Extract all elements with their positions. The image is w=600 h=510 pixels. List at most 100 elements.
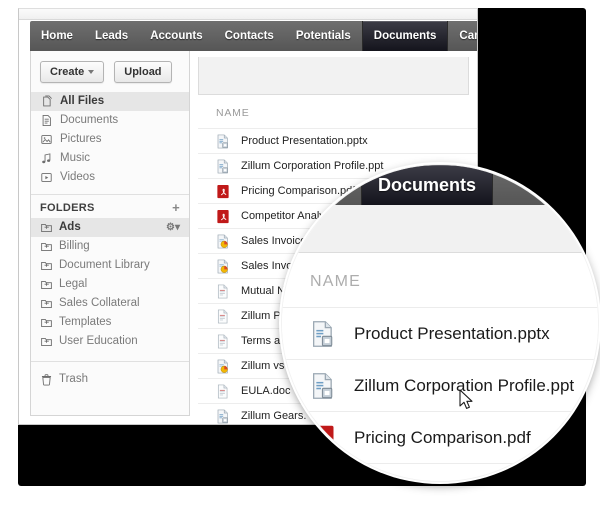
folder-item-label: Billing <box>59 240 90 253</box>
sidebar-item-trash-label: Trash <box>59 373 88 386</box>
magnified-file-row[interactable]: Pricing Comparison.pdf <box>282 411 598 463</box>
file-name: Zillum vs <box>241 360 285 372</box>
sidebar-item-music[interactable]: Music <box>31 149 189 168</box>
file-name: Mutual N <box>241 285 286 297</box>
nav-tab-home[interactable]: Home <box>30 21 84 51</box>
ppt-icon <box>217 159 228 173</box>
magnified-file-list: Product Presentation.pptx Zillum Corporat… <box>282 307 598 481</box>
folder-icon <box>41 261 52 271</box>
gear-icon[interactable]: ⚙▾ <box>166 222 180 233</box>
nav-tab-potentials[interactable]: Potentials <box>285 21 362 51</box>
sidebar-item-label: Music <box>60 152 91 165</box>
file-name: Terms a <box>241 335 281 347</box>
nav-tab-leads[interactable]: Leads <box>84 21 139 51</box>
folder-item-label: Templates <box>59 316 112 329</box>
nav-tab-label: Documents <box>373 30 437 42</box>
magnified-body: NAME Product Presentation.pptx Zillum Cor… <box>282 253 598 481</box>
doc-icon <box>217 384 228 398</box>
sidebar-folder-list: Ads ⚙▾ Billing Document Library Legal Sales C… <box>31 218 189 351</box>
upload-button-label: Upload <box>124 66 162 78</box>
xls-icon <box>217 259 228 273</box>
sidebar-button-row: Create Upload <box>31 51 189 92</box>
nav-tab-label: Leads <box>94 30 129 42</box>
music-icon <box>42 153 51 164</box>
nav-tab-contacts[interactable]: Contacts <box>214 21 285 51</box>
magnified-file-row[interactable]: Product Presentation.pptx <box>282 307 598 359</box>
ppt-icon <box>313 372 333 399</box>
magnified-nav-tab-ntials[interactable]: ntials <box>282 165 361 205</box>
folder-icon <box>41 223 52 233</box>
create-button[interactable]: Create <box>40 61 105 83</box>
folder-item-label: Ads <box>59 221 81 234</box>
file-name: Zillum P <box>241 310 281 322</box>
folder-item-billing[interactable]: Billing <box>31 237 189 256</box>
folder-item-user-education[interactable]: User Education <box>31 332 189 351</box>
pdf-icon <box>217 184 229 198</box>
pdf-icon <box>312 425 334 450</box>
magnified-toolbar-strip <box>282 205 598 253</box>
folder-item-document-library[interactable]: Document Library <box>31 256 189 275</box>
sidebar-item-all-files[interactable]: All Files <box>31 92 189 111</box>
ppt-icon <box>313 320 333 347</box>
magnified-nav-tab-label: ntials <box>298 174 346 195</box>
magnified-nav-tab-label: Documents <box>378 174 477 195</box>
folder-icon <box>41 318 52 328</box>
sidebar-item-pictures[interactable]: Pictures <box>31 130 189 149</box>
sidebar-divider-2 <box>31 361 189 362</box>
magnified-column-header: NAME <box>310 273 362 290</box>
file-row[interactable]: Product Presentation.pptx <box>198 128 477 153</box>
sidebar-item-trash[interactable]: Trash <box>31 370 189 389</box>
folder-item-legal[interactable]: Legal <box>31 275 189 294</box>
nav-tab-accounts[interactable]: Accounts <box>139 21 213 51</box>
file-name: Product Presentation.pptx <box>241 135 368 147</box>
magnified-file-name: Pricing Comparison.pdf <box>354 427 531 447</box>
sidebar-item-label: Pictures <box>60 133 102 146</box>
sidebar-item-label: All Files <box>60 95 105 108</box>
xls-icon <box>217 234 228 248</box>
folder-item-label: User Education <box>59 335 138 348</box>
nav-tab-label: Home <box>41 30 73 42</box>
sidebar-item-documents[interactable]: Documents <box>31 111 189 130</box>
magnified-nav-tab-documents[interactable]: Documents <box>361 165 494 205</box>
folder-item-label: Legal <box>59 278 88 291</box>
sidebar: Create Upload All Files Documents Pictures… <box>30 51 190 416</box>
magnified-file-name: Product Presentation.pptx <box>354 323 550 343</box>
doc-icon <box>217 334 228 348</box>
folder-item-label: Document Library <box>59 259 150 272</box>
filelist-column-header: NAME <box>216 107 250 119</box>
window-top-strip <box>19 9 477 20</box>
chevron-down-icon <box>88 70 95 74</box>
ppt-icon <box>217 409 228 423</box>
screenshot-stage: Home Leads Accounts Contacts Potentials Docum… <box>0 0 600 510</box>
files-icon <box>43 95 52 107</box>
plus-icon[interactable]: + <box>172 201 180 214</box>
folder-icon <box>41 337 52 347</box>
sidebar-item-label: Documents <box>60 114 119 127</box>
magnified-navigation-bar: ntials Documents <box>282 165 598 205</box>
magnified-file-row[interactable]: Zillum Corporation Profile.ppt <box>282 359 598 411</box>
nav-tab-label: Contacts <box>224 30 274 42</box>
folder-icon <box>41 280 52 290</box>
sidebar-item-label: Videos <box>60 171 95 184</box>
folder-item-ads[interactable]: Ads ⚙▾ <box>31 218 189 237</box>
folder-item-sales-collateral[interactable]: Sales Collateral <box>31 294 189 313</box>
doc-icon <box>217 309 228 323</box>
sidebar-item-videos[interactable]: Videos <box>31 168 189 187</box>
folders-header: FOLDERS + <box>31 195 189 218</box>
ppt-icon <box>217 134 228 148</box>
xls-icon <box>217 359 228 373</box>
folder-icon <box>41 242 52 252</box>
nav-tab-campaigns[interactable]: Campaigns <box>448 21 477 51</box>
nav-tab-label: Potentials <box>295 30 351 42</box>
magnified-file-row[interactable]: Competitor Analysis.pdf <box>282 463 598 481</box>
nav-tab-documents[interactable]: Documents <box>361 21 449 51</box>
pdf-icon <box>217 209 229 223</box>
magnified-file-name: Zillum Corporation Profile.ppt <box>354 375 575 395</box>
main-navigation-bar: Home Leads Accounts Contacts Potentials Docum… <box>30 21 477 51</box>
doc-icon <box>217 284 228 298</box>
upload-button[interactable]: Upload <box>114 61 172 83</box>
magnifier-lens: ntials Documents NAME Product Presentatio… <box>281 164 599 482</box>
folder-item-templates[interactable]: Templates <box>31 313 189 332</box>
picture-icon <box>41 135 52 144</box>
folder-item-label: Sales Collateral <box>59 297 140 310</box>
